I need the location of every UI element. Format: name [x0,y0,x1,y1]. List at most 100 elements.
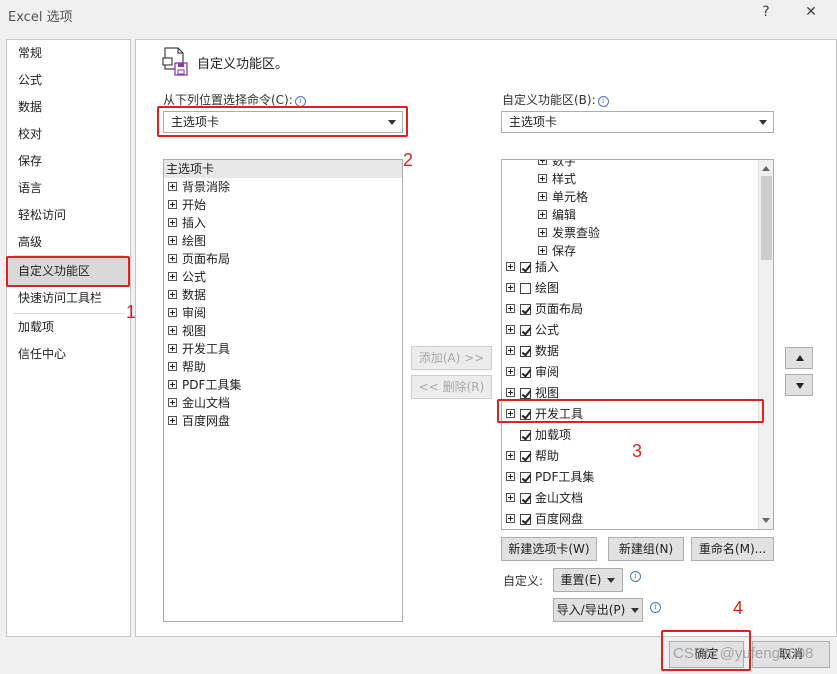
tree-tab-item[interactable]: PDF工具集 [506,468,594,486]
expand-icon[interactable] [506,304,515,313]
cancel-button[interactable]: 取消 [752,641,830,668]
tree-tab-item[interactable]: 帮助 [506,447,559,465]
list-item[interactable]: 百度网盘 [168,412,230,430]
expand-icon[interactable] [168,200,177,209]
nav-item-accessibility[interactable]: 轻松访问 [7,203,130,227]
checkbox-checked[interactable] [520,325,531,336]
expand-icon[interactable] [168,272,177,281]
expand-icon[interactable] [168,362,177,371]
tree-tab-item[interactable]: 绘图 [506,279,559,297]
move-down-button[interactable] [785,374,813,396]
expand-icon[interactable] [168,236,177,245]
tree-tab-item[interactable]: 公式 [506,321,559,339]
checkbox-checked[interactable] [520,346,531,357]
nav-item-formulas[interactable]: 公式 [7,68,130,92]
list-item[interactable]: 数据 [168,286,206,304]
list-item[interactable]: 页面布局 [168,250,230,268]
nav-item-advanced[interactable]: 高级 [7,230,130,254]
list-item[interactable]: 审阅 [168,304,206,322]
checkbox-checked[interactable] [520,430,531,441]
available-commands-list[interactable]: 主选项卡 背景消除 开始 插入 绘图 页面布局 公式 数据 审阅 视图 开发工具 帮助 PDF工具集金… [163,159,403,622]
expand-icon[interactable] [506,367,515,376]
tree-tab-item[interactable]: 插入 [506,258,559,276]
nav-item-language[interactable]: 语言 [7,176,130,200]
nav-item-general[interactable]: 常规 [7,41,130,65]
expand-icon[interactable] [168,344,177,353]
expand-icon[interactable] [506,451,515,460]
list-item[interactable]: 插入 [168,214,206,232]
expand-icon[interactable] [168,326,177,335]
list-item[interactable]: 帮助 [168,358,206,376]
list-item[interactable]: 开始 [168,196,206,214]
checkbox-checked[interactable] [520,514,531,525]
checkbox-checked[interactable] [520,367,531,378]
expand-icon[interactable] [506,514,515,523]
expand-icon[interactable] [506,493,515,502]
tree-tab-item[interactable]: 页面布局 [506,300,583,318]
ribbon-tabs-tree[interactable]: 数字 样式 单元格 编辑 发票查验 保存 插入 绘图 页面布局 公式 数据 审阅 视图 开发工具 加载项 帮助… [501,159,774,530]
tree-group-item[interactable]: 数字 [538,160,576,170]
tree-tab-item[interactable]: 视图 [506,384,559,402]
checkbox-checked[interactable] [520,451,531,462]
checkbox-checked[interactable] [520,472,531,483]
import-export-button[interactable]: 导入/导出(P) [553,598,643,622]
tree-tab-item[interactable]: 金山文档 [506,489,583,507]
tree-tab-item[interactable]: 审阅 [506,363,559,381]
checkbox-checked[interactable] [520,388,531,399]
checkbox-checked[interactable] [520,493,531,504]
choose-commands-dropdown[interactable]: 主选项卡 [163,111,403,133]
expand-icon[interactable] [168,218,177,227]
list-item[interactable]: 背景消除 [168,178,230,196]
expand-icon[interactable] [168,290,177,299]
checkbox-unchecked[interactable] [520,283,531,294]
customize-ribbon-dropdown[interactable]: 主选项卡 [501,111,774,133]
expand-icon[interactable] [168,380,177,389]
checkbox-checked[interactable] [520,262,531,273]
list-item[interactable]: 绘图 [168,232,206,250]
tree-tab-item[interactable]: 数据 [506,342,559,360]
expand-icon[interactable] [538,246,547,255]
nav-item-save[interactable]: 保存 [7,149,130,173]
expand-icon[interactable] [168,254,177,263]
tree-group-item[interactable]: 单元格 [538,188,588,206]
expand-icon[interactable] [168,308,177,317]
scroll-thumb[interactable] [761,176,772,260]
expand-icon[interactable] [538,210,547,219]
tree-group-item[interactable]: 发票查验 [538,224,600,242]
scroll-down-icon[interactable] [762,518,770,523]
reset-dropdown-button[interactable]: 重置(E) [553,568,623,592]
list-item[interactable]: 公式 [168,268,206,286]
checkbox-checked[interactable] [520,304,531,315]
nav-item-quick-access-toolbar[interactable]: 快速访问工具栏 [7,286,130,310]
help-button[interactable]: ? [755,4,777,24]
list-item[interactable]: 金山文档 [168,394,230,412]
ok-button[interactable]: 确定 [669,641,744,668]
expand-icon[interactable] [506,325,515,334]
expand-icon[interactable] [506,283,515,292]
new-tab-button[interactable]: 新建选项卡(W) [501,537,597,561]
nav-item-trust-center[interactable]: 信任中心 [7,342,130,366]
tree-group-item[interactable]: 样式 [538,170,576,188]
list-item[interactable]: PDF工具集 [168,376,241,394]
new-group-button[interactable]: 新建组(N) [608,537,684,561]
move-up-button[interactable] [785,347,813,369]
add-button[interactable]: 添加(A) >> [411,346,492,370]
expand-icon[interactable] [506,346,515,355]
expand-icon[interactable] [168,416,177,425]
expand-icon[interactable] [538,228,547,237]
nav-item-proofing[interactable]: 校对 [7,122,130,146]
scroll-up-icon[interactable] [762,166,770,171]
checkbox-checked[interactable] [520,409,531,420]
expand-icon[interactable] [168,398,177,407]
expand-icon[interactable] [538,174,547,183]
close-button[interactable]: ✕ [800,4,822,24]
remove-button[interactable]: << 删除(R) [411,375,492,399]
rename-button[interactable]: 重命名(M)... [691,537,774,561]
list-item[interactable]: 视图 [168,322,206,340]
tree-scrollbar[interactable] [758,160,773,529]
expand-icon[interactable] [506,388,515,397]
nav-item-add-ins[interactable]: 加载项 [7,315,130,339]
tree-tab-item[interactable]: 百度网盘 [506,510,583,528]
expand-icon[interactable] [168,182,177,191]
expand-icon[interactable] [506,409,515,418]
